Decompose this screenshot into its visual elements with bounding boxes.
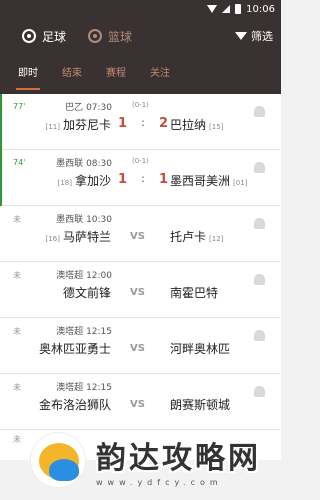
tab-schedule[interactable]: 赛程 xyxy=(106,54,126,94)
away-team: 河畔奥林匹 xyxy=(170,342,231,356)
match-status: 未 xyxy=(13,435,21,444)
sport-tab-basketball[interactable]: 篮球 xyxy=(88,28,132,45)
away-team: 托卢卡 [12] xyxy=(170,230,224,244)
half-time-score: (0-1) xyxy=(132,157,149,165)
bell-icon[interactable] xyxy=(254,218,265,229)
match-league-time: 墨西联 08:30 xyxy=(56,159,112,169)
match-row[interactable]: 未 墨西联 10:30 [16] 马萨特兰 VS 托卢卡 [12] xyxy=(0,206,281,262)
away-team: 南霍巴特 xyxy=(170,286,219,300)
match-list: 77' 巴乙 07:30 (0-1) [11] 加芬尼卡 1:2 巴拉纳 [15] … xyxy=(0,94,281,460)
site-logo xyxy=(30,432,86,488)
match-tabs: 即时 结束 赛程 关注 xyxy=(0,54,281,94)
vs-label: VS xyxy=(130,343,145,354)
tab-following[interactable]: 关注 xyxy=(150,54,170,94)
match-league-time: 巴乙 07:30 xyxy=(65,103,112,113)
basketball-icon xyxy=(88,29,103,43)
home-team: 奥林匹亚勇士 xyxy=(38,342,111,356)
match-league-time: 墨西联 10:30 xyxy=(56,215,112,225)
vs-label: VS xyxy=(130,231,145,242)
filter-button[interactable]: 筛选 xyxy=(235,28,273,44)
bell-icon[interactable] xyxy=(254,274,265,285)
home-team: [16] 马萨特兰 xyxy=(45,230,111,244)
bell-icon[interactable] xyxy=(254,162,265,173)
match-row[interactable]: 未 澳塔超 12:15 奥林匹亚勇士 VS 河畔奥林匹 xyxy=(0,318,281,374)
watermark-title: 韵达攻略网 xyxy=(96,441,261,476)
home-team: [18] 拿加沙 xyxy=(57,174,111,188)
match-row[interactable]: 未 澳塔超 12:00 德文前锋 VS 南霍巴特 xyxy=(0,262,281,318)
tab-finished[interactable]: 结束 xyxy=(62,54,82,94)
sport-tab-label: 足球 xyxy=(42,29,67,44)
away-team: 朗赛斯顿城 xyxy=(170,398,231,412)
away-team: 墨西哥美洲 [01] xyxy=(170,174,248,188)
tab-live[interactable]: 即时 xyxy=(16,54,40,94)
match-row[interactable]: 77' 巴乙 07:30 (0-1) [11] 加芬尼卡 1:2 巴拉纳 [15] xyxy=(0,94,281,150)
watermark: 韵达攻略网 www.ydfcy.com xyxy=(30,432,261,488)
home-team: 德文前锋 xyxy=(62,286,111,300)
away-team: 巴拉纳 [15] xyxy=(170,118,224,132)
status-time: 10:06 xyxy=(246,3,275,15)
football-icon xyxy=(22,29,36,43)
vs-label: VS xyxy=(130,399,145,410)
watermark-url: www.ydfcy.com xyxy=(96,478,223,487)
battery-icon xyxy=(235,4,242,14)
header: 足球 篮球 筛选 xyxy=(0,18,281,54)
score: 1:1 xyxy=(118,172,168,187)
match-league-time: 澳塔超 12:00 xyxy=(56,271,112,281)
match-row[interactable]: 74' 墨西联 08:30 (0-1) [18] 拿加沙 1:1 墨西哥美洲 [01… xyxy=(0,150,281,206)
match-league-time: 澳塔超 12:15 xyxy=(56,327,112,337)
home-team: [11] 加芬尼卡 xyxy=(45,118,111,132)
home-team: 金布洛治狮队 xyxy=(38,398,111,412)
sport-tab-label: 篮球 xyxy=(108,29,133,44)
sport-tab-football[interactable]: 足球 xyxy=(22,28,66,45)
bell-icon[interactable] xyxy=(254,386,265,397)
match-league-time: 澳塔超 12:15 xyxy=(56,383,112,393)
signal-icon xyxy=(222,5,231,13)
half-time-score: (0-1) xyxy=(132,101,149,109)
vs-label: VS xyxy=(130,287,145,298)
filter-icon xyxy=(235,32,247,40)
bell-icon[interactable] xyxy=(254,106,265,117)
score: 1:2 xyxy=(118,116,168,131)
status-bar: 10:06 xyxy=(0,0,281,18)
filter-label: 筛选 xyxy=(251,30,273,43)
bell-icon[interactable] xyxy=(254,330,265,341)
wifi-icon xyxy=(207,5,218,13)
match-row[interactable]: 未 澳塔超 12:15 金布洛治狮队 VS 朗赛斯顿城 xyxy=(0,374,281,430)
